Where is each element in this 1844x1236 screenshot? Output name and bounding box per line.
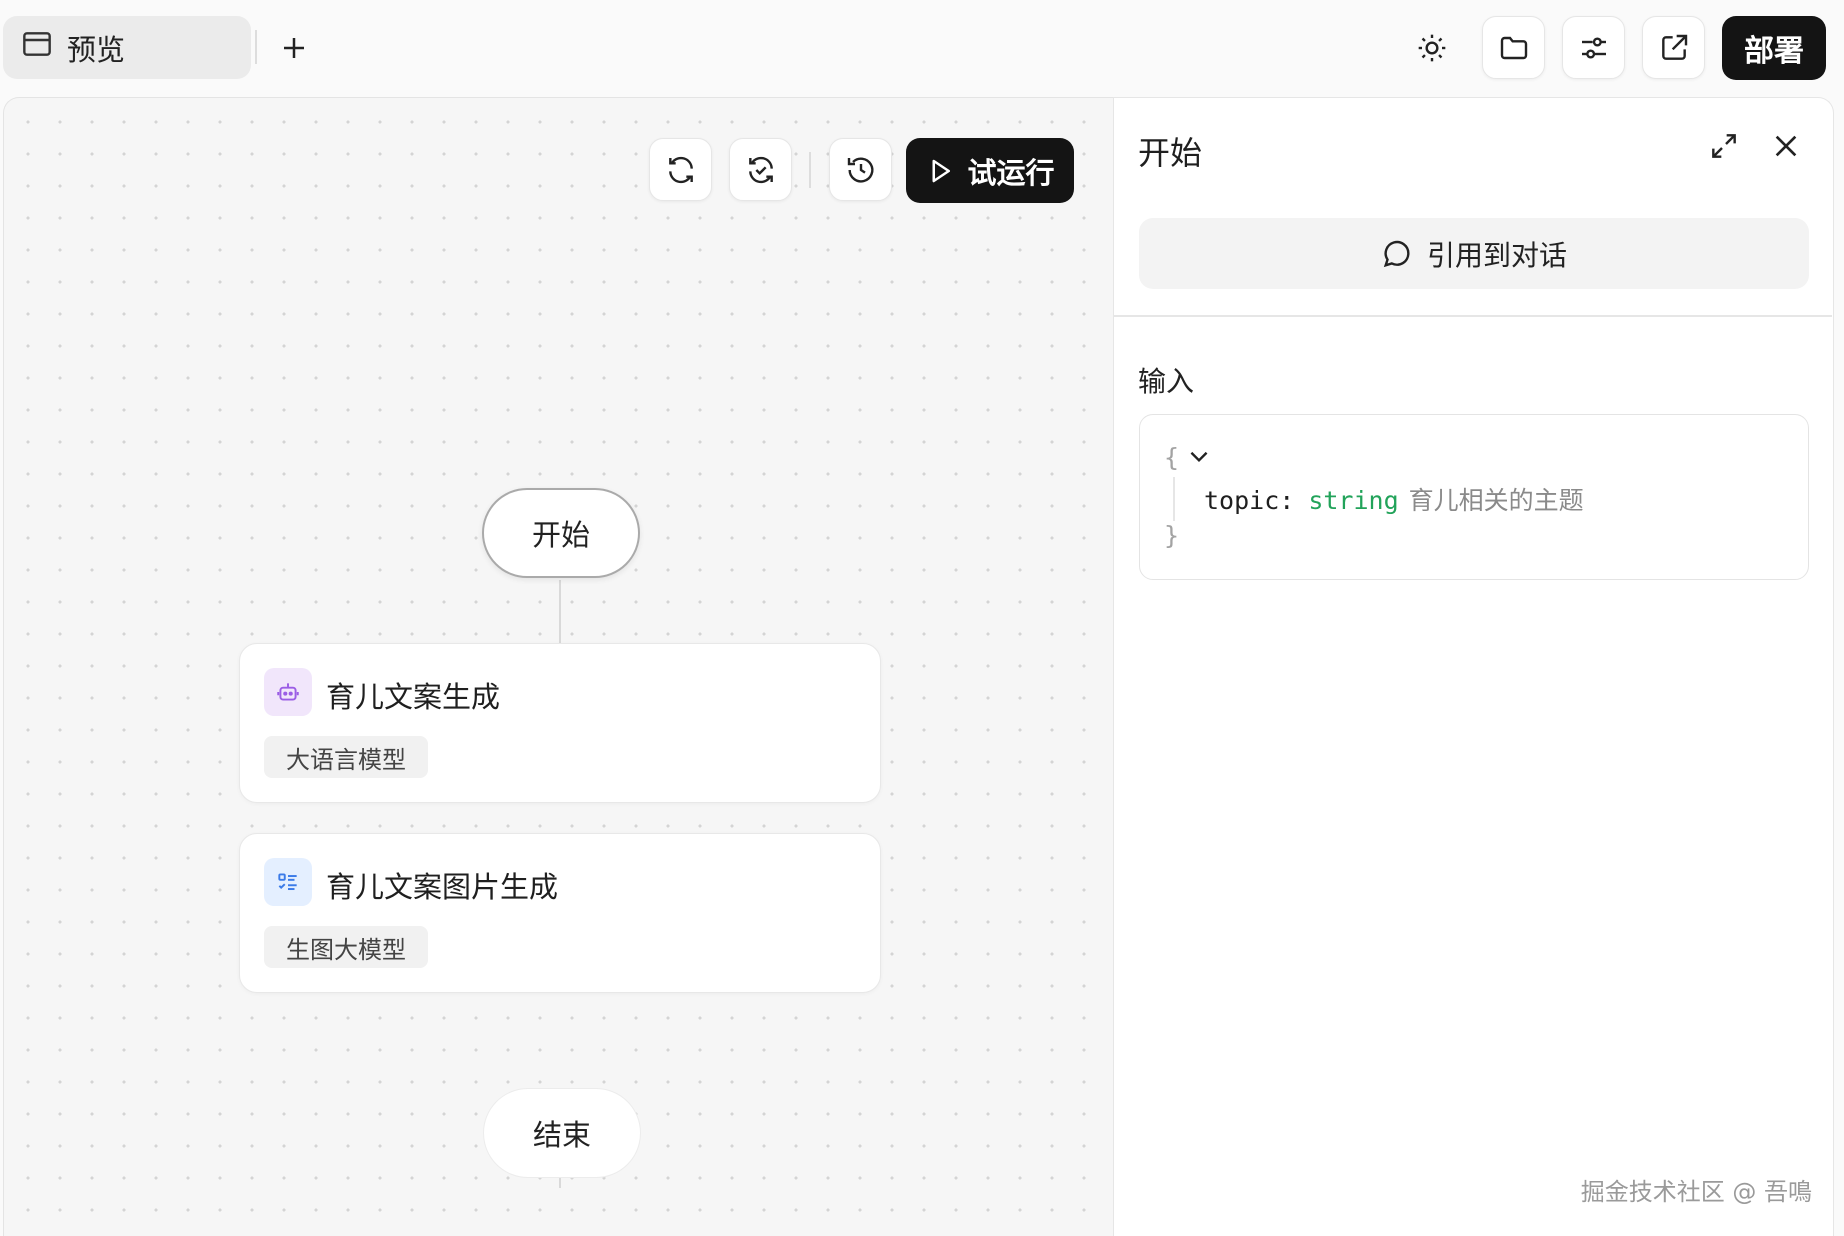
close-icon — [1775, 135, 1797, 157]
expand-icon — [1712, 134, 1736, 158]
reference-to-chat-label: 引用到对话 — [1426, 238, 1567, 272]
node-type-tag: 生图大模型 — [264, 926, 428, 968]
sun-icon — [1418, 34, 1445, 61]
sliders-icon — [1581, 36, 1606, 59]
close-button[interactable] — [1766, 126, 1806, 166]
sync-check-icon — [748, 156, 773, 183]
settings-button[interactable] — [1562, 16, 1625, 79]
workflow-node-image[interactable]: 育儿文案图片生成 生图大模型 — [239, 833, 881, 993]
open-brace: { — [1164, 443, 1180, 472]
test-run-button[interactable]: 试运行 — [906, 138, 1074, 203]
list-check-icon — [264, 858, 312, 906]
json-indent-guide — [1173, 477, 1175, 521]
add-tab-button[interactable] — [276, 28, 312, 68]
refresh-icon — [668, 156, 693, 183]
tab-preview[interactable]: 预览 — [3, 16, 251, 79]
chevron-down-icon[interactable] — [1186, 443, 1212, 469]
history-icon — [847, 157, 874, 183]
reference-to-chat-button[interactable]: 引用到对话 — [1139, 218, 1809, 289]
start-node[interactable]: 开始 — [482, 488, 640, 578]
json-key: topic: — [1204, 486, 1295, 515]
divider — [1114, 315, 1832, 317]
refresh-button[interactable] — [649, 138, 712, 201]
node-title: 育儿文案生成 — [326, 680, 501, 714]
json-property-row: topic: string 育儿相关的主题 — [1204, 481, 1584, 517]
external-link-icon — [1661, 34, 1687, 60]
input-section-label: 输入 — [1138, 365, 1195, 398]
node-title: 育儿文案图片生成 — [326, 870, 559, 904]
history-button[interactable] — [829, 138, 892, 201]
play-icon — [932, 159, 951, 182]
top-bar: 预览 部署 — [0, 0, 1844, 96]
test-run-label: 试运行 — [967, 155, 1055, 190]
folder-icon — [1500, 36, 1527, 59]
node-type-tag: 大语言模型 — [264, 736, 428, 778]
open-external-button[interactable] — [1642, 16, 1705, 79]
watermark: 掘金技术社区 @ 吾鳴 — [1580, 1178, 1812, 1206]
workflow-canvas[interactable]: 试运行 开始 育儿文案生成 大语言模型 育儿文案图片生成 生图大模型 结束 — [3, 97, 1113, 1236]
expand-button[interactable] — [1704, 126, 1744, 166]
plus-icon — [284, 38, 304, 58]
chat-bubble-icon — [1383, 240, 1410, 267]
json-description: 育儿相关的主题 — [1408, 486, 1584, 515]
json-schema-viewer: { topic: string 育儿相关的主题 } — [1139, 414, 1809, 580]
robot-icon — [264, 668, 312, 716]
divider — [255, 30, 257, 64]
browser-window-icon — [21, 28, 53, 67]
close-brace: } — [1164, 521, 1180, 550]
sync-button[interactable] — [729, 138, 792, 201]
workflow-node-llm[interactable]: 育儿文案生成 大语言模型 — [239, 643, 881, 803]
json-type: string — [1308, 486, 1399, 515]
node-detail-panel: 开始 引用到对话 输入 { topic: string 育儿相关的主题 } — [1113, 97, 1834, 1236]
end-node[interactable]: 结束 — [483, 1088, 641, 1178]
divider — [809, 152, 811, 188]
folder-button[interactable] — [1482, 16, 1545, 79]
panel-title: 开始 — [1138, 134, 1203, 172]
tab-label: 预览 — [67, 32, 126, 67]
deploy-button[interactable]: 部署 — [1722, 16, 1826, 80]
theme-toggle-button[interactable] — [1400, 16, 1463, 79]
